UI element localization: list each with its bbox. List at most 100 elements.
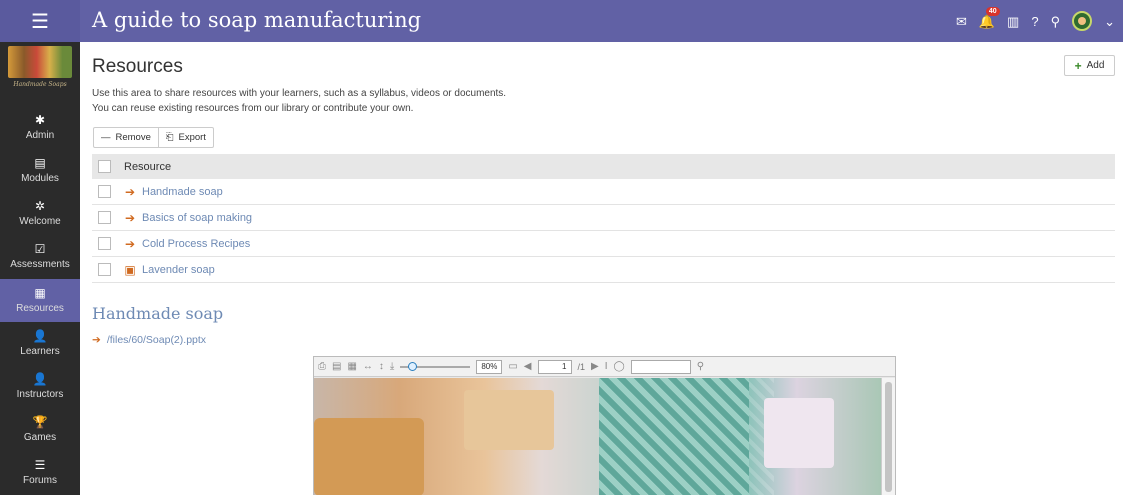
- fit-height-icon[interactable]: ↕: [379, 361, 384, 372]
- sidebar-item-label: Games: [23, 432, 57, 443]
- thumbnails-icon[interactable]: ▤: [332, 361, 341, 372]
- help-icon[interactable]: ?: [1031, 15, 1038, 28]
- logo-text: Handmade Soaps: [13, 81, 67, 88]
- text-select-icon[interactable]: I: [605, 361, 608, 372]
- sidebar-item-learners[interactable]: 👤 Learners: [0, 322, 80, 365]
- notifications-icon[interactable]: 🔔 40: [979, 6, 1000, 28]
- grid-icon[interactable]: ▦: [347, 361, 356, 372]
- resource-link[interactable]: Cold Process Recipes: [142, 238, 250, 250]
- hamburger-icon: ☰: [31, 10, 49, 33]
- chevron-down-icon[interactable]: ⌄: [1104, 15, 1115, 28]
- zoom-slider-knob[interactable]: [408, 361, 418, 371]
- add-button[interactable]: + Add: [1064, 55, 1115, 76]
- page-total: /1: [577, 361, 586, 372]
- resource-link[interactable]: Handmade soap: [142, 186, 223, 198]
- sidebar-item-label: Instructors: [16, 389, 64, 400]
- sidebar-item-label: Assessments: [10, 259, 70, 270]
- row-checkbox[interactable]: [98, 237, 111, 250]
- sidebar-item-label: Resources: [16, 303, 64, 314]
- sidebar-item-instructors[interactable]: 👤 Instructors: [0, 365, 80, 408]
- table-header: Resource: [92, 154, 1115, 179]
- viewer-scroll-thumb[interactable]: [885, 382, 892, 492]
- viewer-scrollbar[interactable]: [881, 378, 895, 495]
- sidebar-item-label: Admin: [25, 130, 55, 141]
- trash-icon[interactable]: ▥: [1007, 15, 1019, 28]
- remove-button[interactable]: — Remove: [94, 128, 158, 147]
- download-icon[interactable]: ⤓: [390, 361, 394, 372]
- intro-line-2: You can reuse existing resources from ou…: [92, 103, 414, 114]
- row-checkbox[interactable]: [98, 185, 111, 198]
- sidebar: Handmade Soaps ✱ Admin ▤ Modules ✲ Welcome …: [0, 42, 80, 495]
- select-all-checkbox[interactable]: [98, 160, 111, 173]
- checkbox-icon: ☑: [34, 242, 46, 256]
- row-checkbox[interactable]: [98, 263, 111, 276]
- document-viewer: ⎙ ▤ ▦ ↔ ↕ ⤓ 80% ▭ ◀ 1 /1 ▶ I ◯ ⚲: [313, 356, 896, 495]
- arrow-right-icon: ➔: [92, 334, 101, 346]
- table-row: ➔ Cold Process Recipes: [92, 231, 1115, 257]
- instructor-icon: 👤: [32, 372, 48, 386]
- resource-toolbar: — Remove ⎗ Export: [93, 127, 214, 148]
- resource-link[interactable]: Basics of soap making: [142, 212, 252, 224]
- course-title: A guide to soap manufacturing: [92, 8, 422, 32]
- export-button-label: Export: [178, 132, 206, 143]
- arrow-right-icon: ➔: [124, 236, 136, 251]
- top-bar: ☰ A guide to soap manufacturing ✉ 🔔 40 ▥ …: [0, 0, 1123, 42]
- person-icon: 👤: [32, 329, 48, 343]
- arrow-right-icon: ➔: [124, 184, 136, 199]
- remove-button-label: Remove: [115, 132, 151, 143]
- forum-icon: ☰: [34, 458, 46, 472]
- avatar[interactable]: [1072, 11, 1093, 31]
- zoom-field[interactable]: 80%: [476, 359, 503, 374]
- pan-icon[interactable]: ◯: [614, 361, 625, 372]
- sidebar-item-assessments[interactable]: ☑ Assessments: [0, 235, 80, 278]
- top-icons: ✉ 🔔 40 ▥ ? ⚲ ⌄: [956, 0, 1115, 42]
- welcome-icon: ✲: [34, 199, 46, 213]
- resources-icon: ▦: [34, 286, 46, 300]
- sidebar-item-label: Welcome: [19, 216, 61, 227]
- viewer-search-input[interactable]: [630, 359, 691, 374]
- mail-icon[interactable]: ✉: [956, 15, 967, 28]
- row-checkbox[interactable]: [98, 211, 111, 224]
- export-button[interactable]: ⎗ Export: [157, 128, 213, 147]
- page-number-field[interactable]: 1: [537, 359, 572, 374]
- gear-icon: ✱: [34, 113, 46, 127]
- sidebar-item-label: Learners: [20, 346, 60, 357]
- sidebar-item-welcome[interactable]: ✲ Welcome: [0, 192, 80, 235]
- logo[interactable]: Handmade Soaps: [8, 46, 72, 100]
- intro-line-1: Use this area to share resources with yo…: [92, 88, 507, 99]
- viewer-toolbar: ⎙ ▤ ▦ ↔ ↕ ⤓ 80% ▭ ◀ 1 /1 ▶ I ◯ ⚲: [314, 357, 895, 377]
- sidebar-item-admin[interactable]: ✱ Admin: [0, 106, 80, 149]
- search-icon[interactable]: ⚲: [697, 361, 704, 372]
- fit-width-icon[interactable]: ↔: [363, 361, 373, 372]
- logo-image: [8, 46, 72, 78]
- add-button-label: Add: [1086, 60, 1105, 71]
- minus-icon: —: [101, 132, 111, 143]
- film-icon: ▣: [124, 262, 136, 277]
- zoom-slider[interactable]: [400, 361, 471, 371]
- file-link[interactable]: ➔ /files/60/Soap(2).pptx: [92, 334, 206, 346]
- hamburger-menu-button[interactable]: ☰: [0, 0, 80, 42]
- table-row: ➔ Handmade soap: [92, 179, 1115, 205]
- soap-bar: [764, 398, 834, 468]
- search-icon[interactable]: ⚲: [1051, 15, 1061, 28]
- arrow-right-icon: ➔: [124, 210, 136, 225]
- sidebar-item-resources[interactable]: ▦ Resources: [0, 279, 80, 322]
- slide-image: [314, 378, 882, 495]
- table-row: ▣ Lavender soap: [92, 257, 1115, 283]
- notification-badge: 40: [985, 6, 1000, 16]
- export-icon: ⎗: [165, 132, 174, 143]
- print-icon[interactable]: ⎙: [318, 361, 326, 372]
- sidebar-item-label: Forums: [23, 475, 57, 486]
- soap-bar: [464, 390, 554, 450]
- column-header-resource: Resource: [124, 160, 172, 173]
- sidebar-item-games[interactable]: 🏆 Games: [0, 408, 80, 451]
- sidebar-item-modules[interactable]: ▤ Modules: [0, 149, 80, 192]
- next-page-icon[interactable]: ▶: [591, 361, 599, 372]
- file-path: /files/60/Soap(2).pptx: [106, 334, 207, 346]
- fullscreen-icon[interactable]: ▭: [508, 361, 517, 372]
- resources-table: Resource ➔ Handmade soap ➔ Basics of soa…: [92, 154, 1115, 283]
- previous-page-icon[interactable]: ◀: [524, 361, 532, 372]
- resource-link[interactable]: Lavender soap: [142, 264, 215, 276]
- sidebar-item-forums[interactable]: ☰ Forums: [0, 451, 80, 494]
- soap-bar: [314, 418, 424, 495]
